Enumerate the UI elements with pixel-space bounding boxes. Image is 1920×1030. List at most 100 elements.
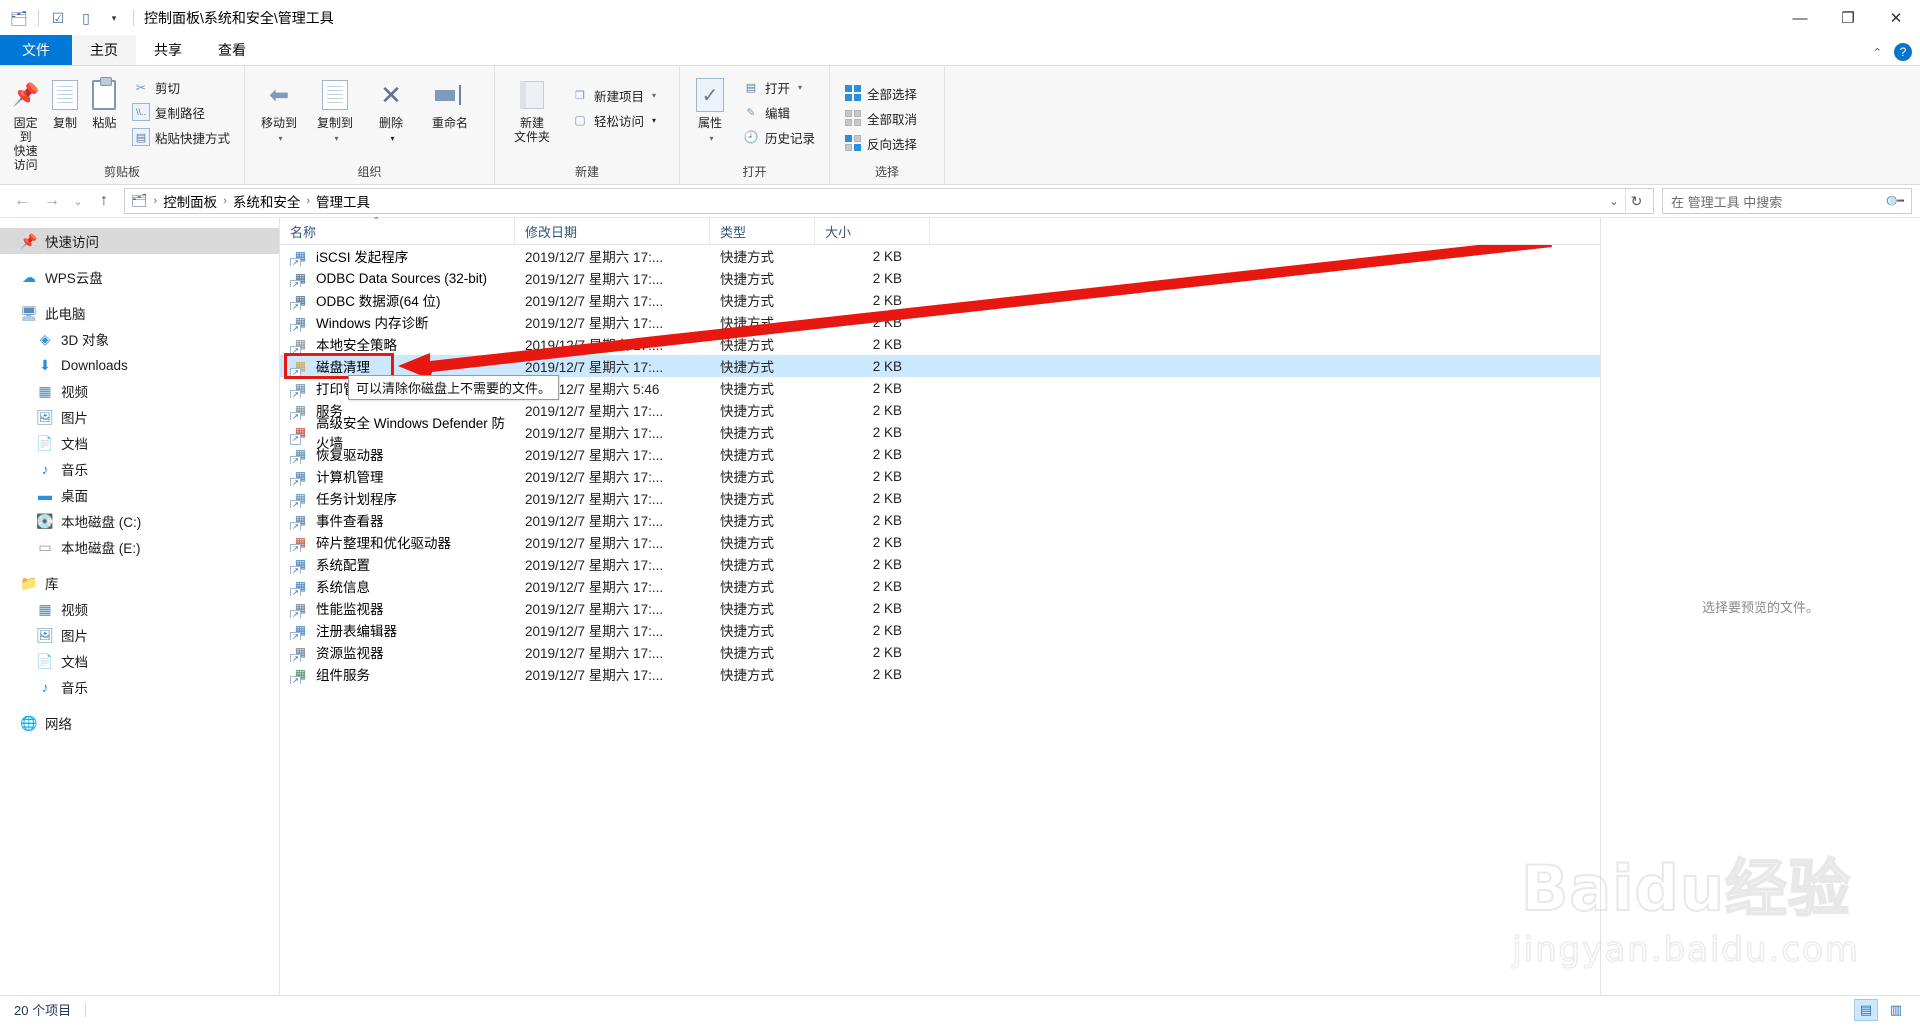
file-name-cell[interactable]: ▦ 碎片整理和优化驱动器: [280, 532, 515, 552]
delete-button[interactable]: ✕ 删除 ▾: [363, 70, 419, 146]
sidebar-item-local-disk-c[interactable]: 💽 本地磁盘 (C:): [0, 508, 279, 534]
table-row[interactable]: ▦ 系统配置 2019/12/7 星期六 17:... 快捷方式 2 KB: [280, 553, 1600, 575]
table-row[interactable]: ▦ 系统信息 2019/12/7 星期六 17:... 快捷方式 2 KB: [280, 575, 1600, 597]
table-row[interactable]: ▦ 事件查看器 2019/12/7 星期六 17:... 快捷方式 2 KB: [280, 509, 1600, 531]
new-folder-icon[interactable]: ▯: [73, 5, 99, 31]
tab-file[interactable]: 文件: [0, 35, 72, 65]
sidebar-item-library-music[interactable]: ♪ 音乐: [0, 674, 279, 700]
move-to-button[interactable]: ⬅ 移动到 ▾: [251, 70, 307, 146]
file-name-cell[interactable]: ▦ ODBC Data Sources (32-bit): [280, 270, 515, 287]
customize-caret-icon[interactable]: ▾: [101, 5, 127, 31]
history-button[interactable]: 🕘 历史记录: [738, 126, 819, 148]
file-name-cell[interactable]: ▦ 磁盘清理: [280, 356, 515, 376]
tab-view[interactable]: 查看: [200, 35, 264, 65]
up-button[interactable]: ↑: [90, 188, 118, 214]
paste-shortcut-button[interactable]: ▤ 粘贴快捷方式: [128, 126, 234, 148]
breadcrumb-actions[interactable]: ⌄ ↻: [1603, 189, 1647, 213]
maximize-button[interactable]: ❐: [1824, 0, 1872, 36]
file-name-cell[interactable]: ▦ iSCSI 发起程序: [280, 246, 515, 266]
file-list-pane[interactable]: 名称 修改日期 类型 大小 ⌃ ▦ iSCSI 发起程序 2019/12/7 星期六…: [280, 216, 1600, 995]
column-header-size[interactable]: 大小: [815, 217, 930, 245]
sidebar-item-pictures[interactable]: 🖼 图片: [0, 404, 279, 430]
new-folder-button[interactable]: 新建 文件夹: [501, 70, 563, 144]
properties-icon[interactable]: ☑: [45, 5, 71, 31]
edit-button[interactable]: ✎ 编辑: [738, 101, 819, 123]
file-name-cell[interactable]: ▦ 系统配置: [280, 554, 515, 574]
column-header-name[interactable]: 名称: [280, 217, 515, 245]
explorer-icon[interactable]: 🗂: [6, 5, 32, 31]
sidebar-item-libraries[interactable]: 📁 库: [0, 570, 279, 596]
table-row[interactable]: ▦ ODBC Data Sources (32-bit) 2019/12/7 星期六…: [280, 267, 1600, 289]
select-none-button[interactable]: 全部取消: [840, 107, 921, 129]
file-name-cell[interactable]: ▦ 事件查看器: [280, 510, 515, 530]
file-name-cell[interactable]: ▦ 组件服务: [280, 664, 515, 684]
file-name-cell[interactable]: ▦ 资源监视器: [280, 642, 515, 662]
sidebar-item-library-documents[interactable]: 📄 文档: [0, 648, 279, 674]
table-row[interactable]: ▦ 计算机管理 2019/12/7 星期六 17:... 快捷方式 2 KB: [280, 465, 1600, 487]
sidebar-item-this-pc[interactable]: 🖥 此电脑: [0, 300, 279, 326]
table-row[interactable]: ▦ 任务计划程序 2019/12/7 星期六 17:... 快捷方式 2 KB: [280, 487, 1600, 509]
sidebar-item-local-disk-e[interactable]: ▭ 本地磁盘 (E:): [0, 534, 279, 560]
sidebar-item-library-pictures[interactable]: 🖼 图片: [0, 622, 279, 648]
forward-button[interactable]: →: [38, 188, 66, 214]
table-row[interactable]: ▦ 组件服务 2019/12/7 星期六 17:... 快捷方式 2 KB: [280, 663, 1600, 685]
sidebar-item-videos[interactable]: ▦ 视频: [0, 378, 279, 404]
chevron-down-icon[interactable]: ⌄: [1603, 189, 1625, 213]
sidebar-item-desktop[interactable]: ▬ 桌面: [0, 482, 279, 508]
minimize-button[interactable]: —: [1776, 0, 1824, 36]
table-row[interactable]: ▦ 恢复驱动器 2019/12/7 星期六 17:... 快捷方式 2 KB: [280, 443, 1600, 465]
ribbon-tabs-right[interactable]: ⌃ ?: [1873, 43, 1912, 61]
file-name-cell[interactable]: ▦ 注册表编辑器: [280, 620, 515, 640]
file-name-cell[interactable]: ▦ 本地安全策略: [280, 334, 515, 354]
table-row[interactable]: ▦ 碎片整理和优化驱动器 2019/12/7 星期六 17:... 快捷方式 2 KB: [280, 531, 1600, 553]
table-row[interactable]: ▦ ODBC 数据源(64 位) 2019/12/7 星期六 17:... 快捷方式 2…: [280, 289, 1600, 311]
large-icons-view-icon[interactable]: ▥: [1884, 999, 1908, 1021]
search-icon[interactable]: 🔍: [1884, 190, 1907, 213]
paste-button[interactable]: 粘贴: [85, 70, 124, 130]
help-icon[interactable]: ?: [1894, 43, 1912, 61]
file-name-cell[interactable]: ▦ 性能监视器: [280, 598, 515, 618]
rename-button[interactable]: 重命名: [419, 70, 481, 130]
file-rows[interactable]: ▦iSCSI 发起程序2019/12/7 星期六 17:...快捷方式2 KB▦…: [280, 245, 1600, 995]
table-row[interactable]: ▦高级安全 Windows Defender 防火墙2019/12/7 星期六 …: [280, 416, 1600, 451]
breadcrumb-item-0[interactable]: 控制面板: [161, 191, 219, 211]
table-row[interactable]: ▦ Windows 内存诊断 2019/12/7 星期六 17:... 快捷方式 2 K…: [280, 311, 1600, 333]
breadcrumb-item-1[interactable]: 系统和安全: [231, 191, 303, 211]
cut-button[interactable]: ✂ 剪切: [128, 76, 234, 98]
open-button[interactable]: ▤ 打开 ▾: [738, 76, 819, 98]
file-name-cell[interactable]: ▦ ODBC 数据源(64 位): [280, 290, 515, 310]
properties-button[interactable]: ✓ 属性 ▾: [686, 70, 734, 146]
table-row[interactable]: ▦ 注册表编辑器 2019/12/7 星期六 17:... 快捷方式 2 KB: [280, 619, 1600, 641]
sidebar-item-network[interactable]: 🌐 网络: [0, 710, 279, 736]
easy-access-button[interactable]: ▢ 轻松访问 ▾: [567, 109, 660, 131]
table-row[interactable]: ▦ 本地安全策略 2019/12/7 星期六 17:... 快捷方式 2 KB: [280, 333, 1600, 355]
search-input[interactable]: 在 管理工具 中搜索: [1671, 192, 1887, 211]
copy-path-button[interactable]: \\.. 复制路径: [128, 101, 234, 123]
ribbon-tabs[interactable]: 文件 主页 共享 查看 ⌃ ?: [0, 35, 1920, 66]
table-row[interactable]: ▦ 磁盘清理 2019/12/7 星期六 17:... 快捷方式 2 KB: [280, 355, 1600, 377]
select-all-button[interactable]: 全部选择: [840, 82, 921, 104]
invert-selection-button[interactable]: 反向选择: [840, 132, 921, 154]
details-view-icon[interactable]: ▤: [1854, 998, 1878, 1021]
file-name-cell[interactable]: ▦ 任务计划程序: [280, 488, 515, 508]
sidebar-item-3d-objects[interactable]: ◈ 3D 对象: [0, 326, 279, 352]
recent-locations-button[interactable]: ⌄: [68, 188, 88, 214]
sidebar-item-library-videos[interactable]: ▦ 视频: [0, 596, 279, 622]
search-box[interactable]: 在 管理工具 中搜索 🔍: [1662, 188, 1912, 214]
window-controls[interactable]: — ❐ ✕: [1776, 0, 1920, 36]
copy-to-button[interactable]: 复制到 ▾: [307, 70, 363, 146]
sidebar-item-downloads[interactable]: ⬇ Downloads: [0, 352, 279, 378]
sidebar-item-wps-cloud[interactable]: ☁ WPS云盘: [0, 264, 279, 290]
file-name-cell[interactable]: ▦ 系统信息: [280, 576, 515, 596]
back-button[interactable]: ←: [8, 188, 36, 214]
pin-to-quick-access-button[interactable]: 📌 固定到 快速访问: [6, 70, 45, 172]
sidebar-item-quick-access[interactable]: 📌 快速访问: [0, 228, 279, 254]
file-name-cell[interactable]: ▦ 恢复驱动器: [280, 444, 515, 464]
tab-home[interactable]: 主页: [72, 35, 136, 65]
close-button[interactable]: ✕: [1872, 0, 1920, 36]
table-row[interactable]: ▦ iSCSI 发起程序 2019/12/7 星期六 17:... 快捷方式 2 KB: [280, 245, 1600, 267]
column-header-type[interactable]: 类型: [710, 217, 815, 245]
column-header-date[interactable]: 修改日期: [515, 217, 710, 245]
sidebar-item-music[interactable]: ♪ 音乐: [0, 456, 279, 482]
new-item-button[interactable]: ❐ 新建项目 ▾: [567, 84, 660, 106]
